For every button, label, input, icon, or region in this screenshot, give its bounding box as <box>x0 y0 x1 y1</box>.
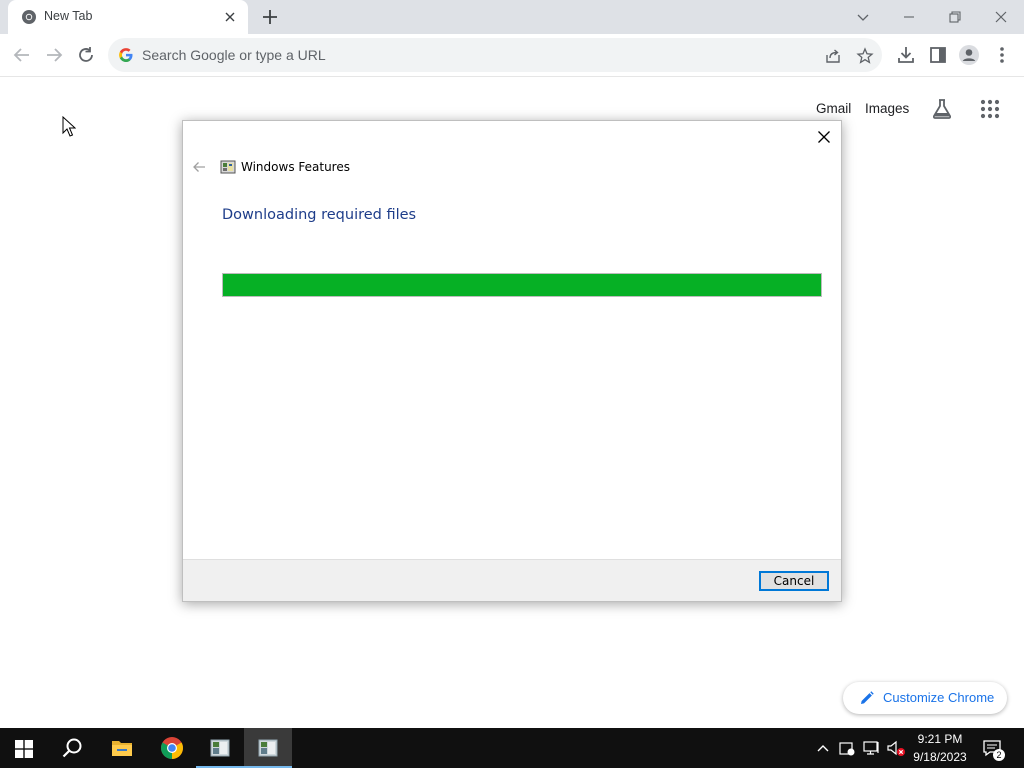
pencil-icon <box>861 691 874 704</box>
mouse-cursor-icon <box>62 116 76 137</box>
omnibox[interactable]: Search Google or type a URL <box>108 38 882 72</box>
profile-avatar-icon[interactable] <box>958 44 980 66</box>
forward-arrow-icon[interactable] <box>43 44 65 66</box>
minimize-icon[interactable] <box>898 6 920 28</box>
restore-icon[interactable] <box>944 6 966 28</box>
apps-grid-icon[interactable] <box>978 97 1002 121</box>
tab-new-tab[interactable]: New Tab <box>8 0 248 34</box>
tab-close-icon[interactable] <box>222 9 238 25</box>
omnibox-placeholder: Search Google or type a URL <box>142 47 326 63</box>
taskbar-search-button[interactable] <box>48 728 96 768</box>
windows-taskbar <box>0 728 1024 768</box>
close-window-icon[interactable] <box>990 6 1012 28</box>
share-icon[interactable] <box>824 47 842 65</box>
windows-features-icon <box>210 739 230 757</box>
progress-bar <box>222 273 822 297</box>
speaker-muted-icon[interactable] <box>886 738 906 758</box>
start-button[interactable] <box>0 728 48 768</box>
chrome-icon <box>161 737 183 759</box>
google-g-icon <box>119 48 133 62</box>
labs-flask-icon[interactable] <box>930 97 954 121</box>
taskbar-clock-date[interactable]: 9/18/2023 <box>908 750 972 764</box>
back-arrow-icon[interactable] <box>11 44 33 66</box>
network-icon[interactable] <box>862 738 882 758</box>
download-icon[interactable] <box>895 44 917 66</box>
taskbar-chrome[interactable] <box>148 728 196 768</box>
tab-strip: New Tab <box>0 0 1024 34</box>
dialog-title: Windows Features <box>241 160 350 174</box>
tray-chevron-up-icon[interactable] <box>813 738 833 758</box>
notification-count-badge: 2 <box>993 749 1005 761</box>
progress-bar-fill <box>223 274 821 296</box>
tab-title: New Tab <box>44 9 93 23</box>
windows-features-dialog: Windows Features Downloading required fi… <box>182 120 842 602</box>
file-explorer-icon <box>112 741 132 756</box>
dialog-back-arrow-icon[interactable] <box>191 159 207 175</box>
taskbar-windows-features-1[interactable] <box>196 728 244 768</box>
new-tab-plus-icon[interactable] <box>260 7 280 27</box>
windows-features-active-icon <box>258 739 278 757</box>
taskbar-clock-time[interactable]: 9:21 PM <box>912 732 968 746</box>
dialog-heading: Downloading required files <box>222 207 417 223</box>
gmail-link[interactable]: Gmail <box>816 101 851 116</box>
tab-search-chevron-icon[interactable] <box>852 6 874 28</box>
dialog-close-icon[interactable] <box>816 129 832 145</box>
taskbar-windows-features-2[interactable] <box>244 728 292 768</box>
side-panel-icon[interactable] <box>927 44 949 66</box>
windows-features-app-icon <box>220 160 236 174</box>
customize-chrome-label: Customize Chrome <box>883 690 995 705</box>
tray-security-icon[interactable] <box>837 738 857 758</box>
dialog-footer: Cancel <box>183 559 841 601</box>
images-link[interactable]: Images <box>865 101 909 116</box>
bookmark-star-icon[interactable] <box>856 47 874 65</box>
customize-chrome-button[interactable]: Customize Chrome <box>843 682 1007 714</box>
start-icon <box>15 740 33 758</box>
menu-kebab-icon[interactable] <box>991 44 1013 66</box>
reload-icon[interactable] <box>75 44 97 66</box>
chrome-favicon-icon <box>22 10 36 24</box>
search-icon <box>62 738 82 758</box>
browser-toolbar: Search Google or type a URL <box>0 34 1024 77</box>
taskbar-file-explorer[interactable] <box>98 728 146 768</box>
cancel-button[interactable]: Cancel <box>759 571 829 591</box>
